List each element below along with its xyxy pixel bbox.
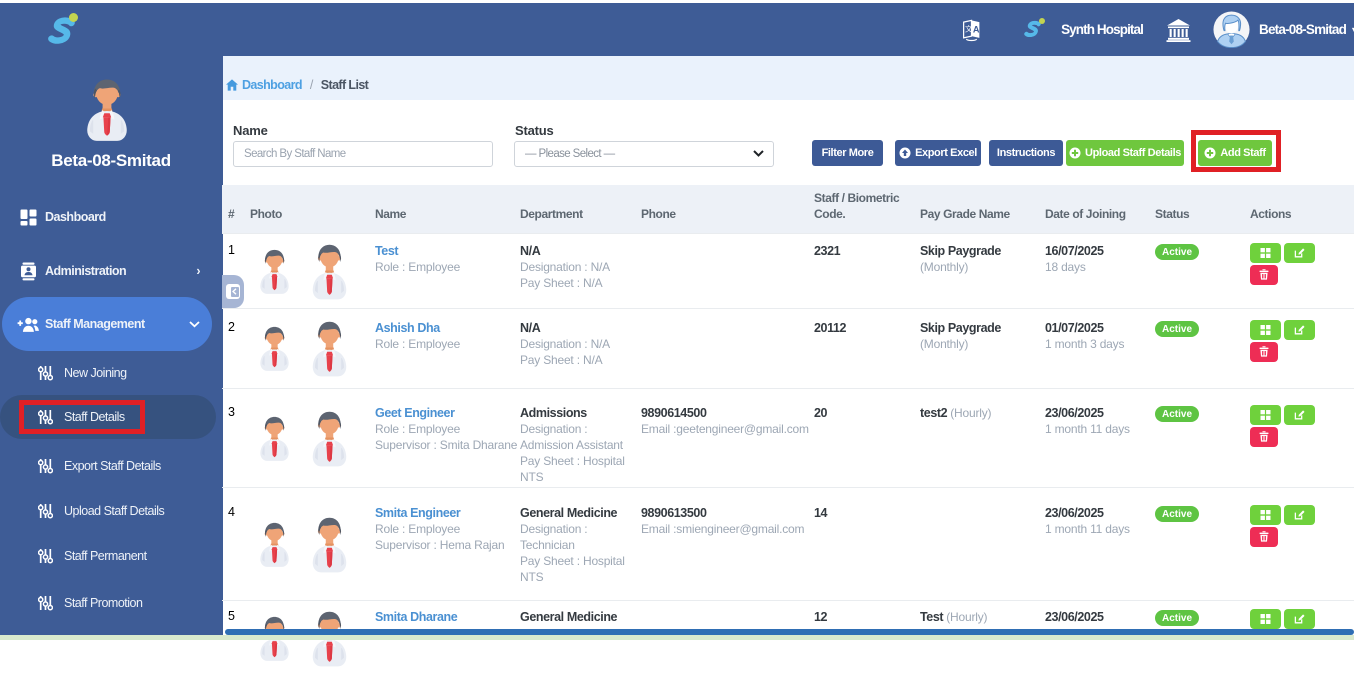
svg-text:文: 文 bbox=[965, 23, 973, 33]
svg-text:A: A bbox=[973, 24, 980, 34]
